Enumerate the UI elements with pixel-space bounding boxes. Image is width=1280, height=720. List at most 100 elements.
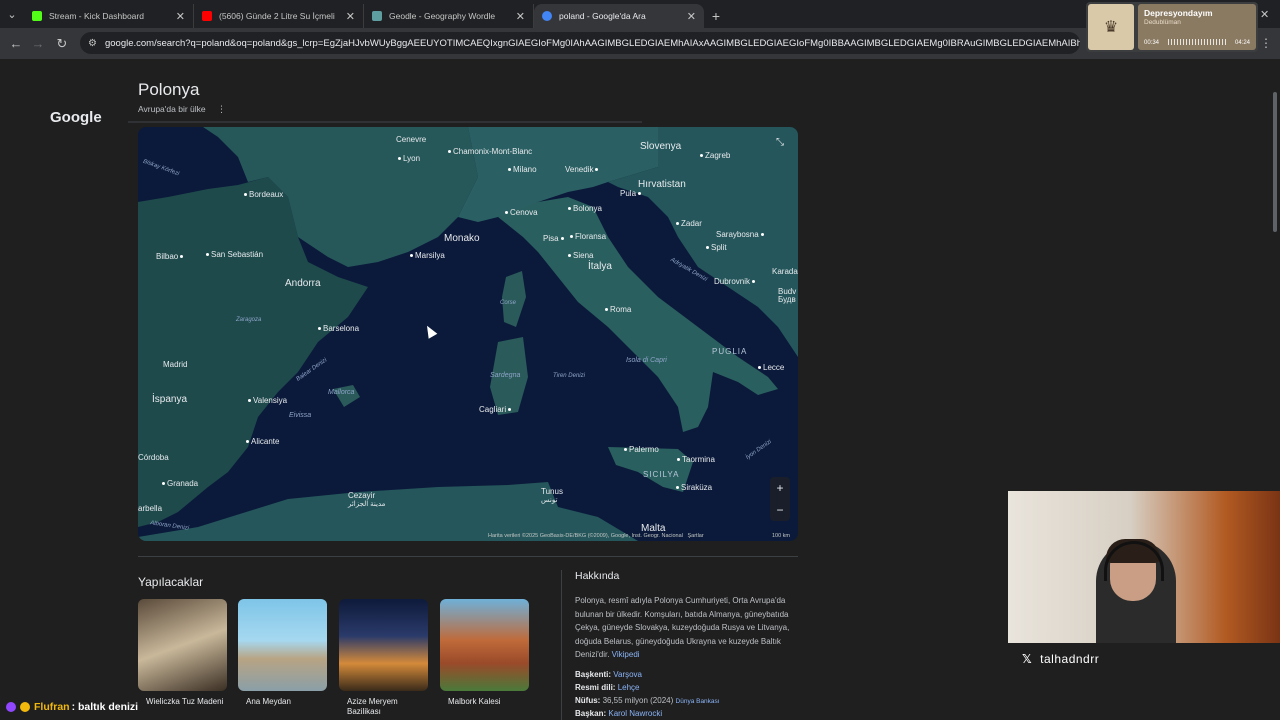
search-bar-edge [128, 121, 642, 123]
map-label-sicilya[interactable]: SICILYA [643, 470, 680, 479]
map-label-hirvatistan[interactable]: Hırvatistan [638, 179, 686, 190]
map-label-sansebastian[interactable]: San Sebastián [204, 250, 263, 259]
map-label-valensiya[interactable]: Valensiya [246, 396, 287, 405]
map-label-zaragoza[interactable]: Zaragoza [236, 317, 261, 323]
map-label-zagreb[interactable]: Zagreb [698, 151, 730, 160]
google-logo[interactable]: Google [50, 109, 102, 126]
browser-menu-icon[interactable]: ⋮ [1260, 36, 1272, 50]
tab-youtube[interactable]: (5606) Günde 2 Litre Su İçmeli ✕ [194, 4, 364, 28]
attraction-card[interactable]: Malbork Kalesi [440, 599, 529, 707]
map-label-budva[interactable]: Будв [778, 295, 796, 304]
map-label-cezayir-ar[interactable]: مدينة الجزائر [348, 500, 385, 508]
attraction-card[interactable]: Ana Meydan [238, 599, 327, 707]
close-tab-icon[interactable]: ✕ [346, 10, 355, 23]
map-label-barselona[interactable]: Barselona [316, 324, 359, 333]
more-options-icon[interactable]: ⋮ [217, 104, 226, 115]
map-label-bilbao[interactable]: Bilbao [156, 252, 185, 261]
map-label-marbella[interactable]: arbella [138, 504, 162, 513]
map-label-lecce[interactable]: Lecce [756, 363, 784, 372]
map-label-cagliari[interactable]: Cagliari [479, 405, 513, 414]
map-label-palermo[interactable]: Palermo [622, 445, 659, 454]
expand-map-icon[interactable]: ⤡ [772, 137, 788, 153]
new-tab-icon[interactable]: + [704, 4, 728, 28]
map-label-italya[interactable]: İtalya [588, 261, 612, 272]
map-label-cezayir[interactable]: Cezayir [348, 491, 375, 500]
map-label-tunus[interactable]: Tunus [541, 487, 563, 496]
map-label-kordoba[interactable]: Córdoba [138, 453, 169, 462]
zoom-in-icon[interactable]: + [776, 481, 783, 495]
map-label-tiren[interactable]: Tiren Denizi [553, 373, 585, 379]
map-label-granada[interactable]: Granada [160, 479, 198, 488]
wikipedia-link[interactable]: Vikipedi [612, 650, 640, 659]
map-label-venedik[interactable]: Venedik [565, 165, 600, 174]
tab-geodle[interactable]: Geodle - Geography Wordle ✕ [364, 4, 534, 28]
map-label-tunus-ar[interactable]: تونس [541, 496, 557, 504]
map-label-cenova[interactable]: Cenova [503, 208, 538, 217]
zoom-out-icon[interactable]: − [776, 503, 783, 517]
site-info-icon[interactable]: ⚙ [88, 38, 97, 49]
attraction-image [238, 599, 327, 691]
tab-google-search[interactable]: poland - Google'da Ara ✕ [534, 4, 704, 28]
map-label-pisa[interactable]: Pisa [543, 234, 566, 243]
media-close-icon[interactable]: ✕ [1260, 8, 1269, 21]
things-to-do-title: Yapılacaklar [138, 575, 204, 589]
tab-kick-dashboard[interactable]: Stream - Kick Dashboard ✕ [24, 4, 194, 28]
warning-badge-icon [20, 702, 30, 712]
map-label-slovenya[interactable]: Slovenya [640, 141, 681, 152]
attraction-image [440, 599, 529, 691]
map-label-eivissa[interactable]: Eivissa [289, 412, 311, 419]
map-label-split[interactable]: Split [704, 243, 727, 252]
map-label-chamonix[interactable]: Chamonix-Mont-Blanc [446, 147, 532, 156]
close-tab-icon[interactable]: ✕ [687, 10, 696, 23]
map-label-karada[interactable]: Karada [772, 267, 798, 276]
map-label-taormina[interactable]: Taormina [675, 455, 715, 464]
kick-icon [32, 11, 42, 21]
map-terms-link[interactable]: Şartlar [687, 533, 703, 539]
map-label-andorra[interactable]: Andorra [285, 278, 321, 289]
language-link[interactable]: Lehçe [618, 683, 640, 692]
map-label-ispanya[interactable]: İspanya [152, 394, 187, 405]
about-panel: Hakkında Polonya, resmî adıyla Polonya C… [575, 570, 800, 718]
address-bar[interactable]: ⚙ google.com/search?q=poland&oq=poland&g… [80, 32, 1080, 54]
president-link[interactable]: Karol Nawrocki [608, 709, 662, 718]
reload-icon[interactable]: ↻ [50, 36, 74, 52]
close-tab-icon[interactable]: ✕ [516, 10, 525, 23]
capital-link[interactable]: Varşova [613, 670, 642, 679]
map-label-marsilya[interactable]: Marsilya [408, 251, 445, 260]
close-tab-icon[interactable]: ✕ [176, 10, 185, 23]
population-source-link[interactable]: Dünya Bankası [676, 698, 720, 705]
map-label-corse[interactable]: Corse [500, 300, 516, 306]
map-label-milano[interactable]: Milano [506, 165, 537, 174]
forward-icon[interactable]: → [26, 36, 50, 51]
map-label-mallorca[interactable]: Mallorca [328, 389, 354, 396]
map-label-bolonya[interactable]: Bolonya [566, 204, 602, 213]
map-label-lyon[interactable]: Lyon [396, 154, 420, 163]
attraction-card[interactable]: Wieliczka Tuz Madeni [138, 599, 227, 707]
elapsed-time: 00:34 [1144, 40, 1160, 46]
map-label-zadar[interactable]: Zadar [674, 219, 702, 228]
map-label-siena[interactable]: Siena [566, 251, 593, 260]
map-label-monako[interactable]: Monako [444, 233, 480, 244]
map-label-madrid[interactable]: Madrid [163, 360, 187, 369]
map-label-pula[interactable]: Pula [620, 189, 643, 198]
map[interactable]: Cenevre Lyon Chamonix-Mont-Blanc Milano … [138, 127, 798, 541]
map-label-capri[interactable]: Isola di Capri [626, 357, 667, 364]
map-label-cenevre[interactable]: Cenevre [396, 135, 426, 144]
sub-badge-icon [6, 702, 16, 712]
map-label-bordeaux[interactable]: Bordeaux [242, 190, 283, 199]
map-label-roma[interactable]: Roma [603, 305, 631, 314]
map-label-puglia[interactable]: PUGLIA [712, 347, 747, 356]
tab-search-icon[interactable]: ⌄ [0, 0, 24, 28]
map-label-floransa[interactable]: Floransa [568, 232, 606, 241]
map-label-alicante[interactable]: Alicante [244, 437, 279, 446]
attraction-image [339, 599, 428, 691]
attraction-card[interactable]: Azize Meryem Bazilikası [339, 599, 428, 718]
scrollbar-thumb[interactable] [1273, 92, 1277, 232]
fact-capital: Başkenti: Varşova [575, 669, 643, 679]
map-label-sirakuza[interactable]: Siraküza [674, 483, 712, 492]
map-label-sardegna[interactable]: Sardegna [490, 372, 520, 379]
map-label-dubrovnik[interactable]: Dubrovnik [714, 277, 757, 286]
back-icon[interactable]: ← [4, 36, 28, 51]
map-label-saraybosna[interactable]: Saraybosna [716, 230, 766, 239]
media-player-overlay[interactable]: ♛ Depresyondayım Dedublüman 00:34 04:24 [1086, 2, 1258, 52]
